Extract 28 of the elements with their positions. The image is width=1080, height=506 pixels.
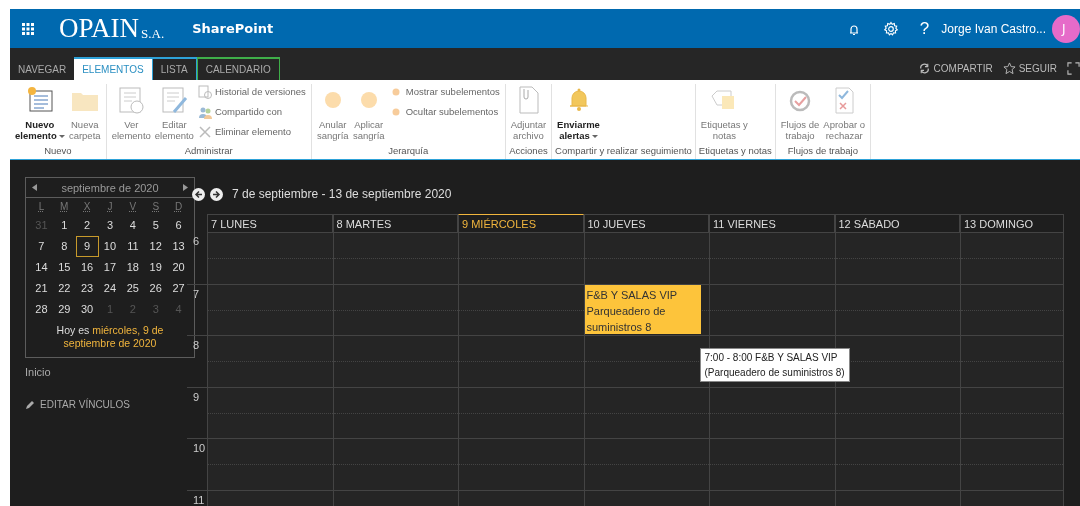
today-text: Hoy es miércoles, 9 de septiembre de 2020: [55, 323, 165, 351]
logo: OPAIN: [59, 13, 140, 44]
day-header: 12 SÁBADO: [834, 214, 960, 232]
ribbon-group-label: Jerarquía: [387, 145, 430, 158]
day-header: 11 VIERNES: [709, 214, 835, 232]
weekday-label: S: [151, 200, 161, 214]
logo-suffix: S.A.: [141, 25, 165, 42]
event-tooltip: 7:00 - 8:00 F&B Y SALAS VIP (Parqueadero de suministros 8): [699, 347, 850, 382]
day-header: 7 LUNES: [207, 214, 333, 232]
weekday-label: M: [59, 200, 70, 214]
weekday-label: X: [82, 200, 92, 214]
ribbon-group-label: Etiquetas y notas: [697, 145, 773, 158]
ribbon-group-label: Compartir y realizar seguimiento: [554, 145, 693, 158]
day-header: 8 MARTES: [332, 214, 458, 232]
month-label: septiembre de 2020: [61, 181, 159, 194]
ribbon-group-label: Acciones: [508, 145, 549, 158]
day-header: 13 DOMINGO: [960, 214, 1064, 232]
weekday-label: V: [128, 200, 138, 214]
day-header: 10 JUEVES: [583, 214, 709, 232]
day-header: 9 MIÉRCOLES: [458, 214, 584, 232]
ribbon-group-label: Nuevo: [43, 145, 73, 158]
hour-label: 6: [192, 234, 201, 249]
ribbon-group-label: Flujos de trabajo: [786, 145, 859, 158]
weekday-label: D: [173, 200, 184, 214]
ribbon-group-label: Administrar: [183, 145, 234, 158]
week-range: 7 de septiembre - 13 de septiembre 2020: [232, 187, 452, 201]
weekday-label: J: [106, 200, 114, 214]
weekday-label: L: [37, 200, 46, 214]
